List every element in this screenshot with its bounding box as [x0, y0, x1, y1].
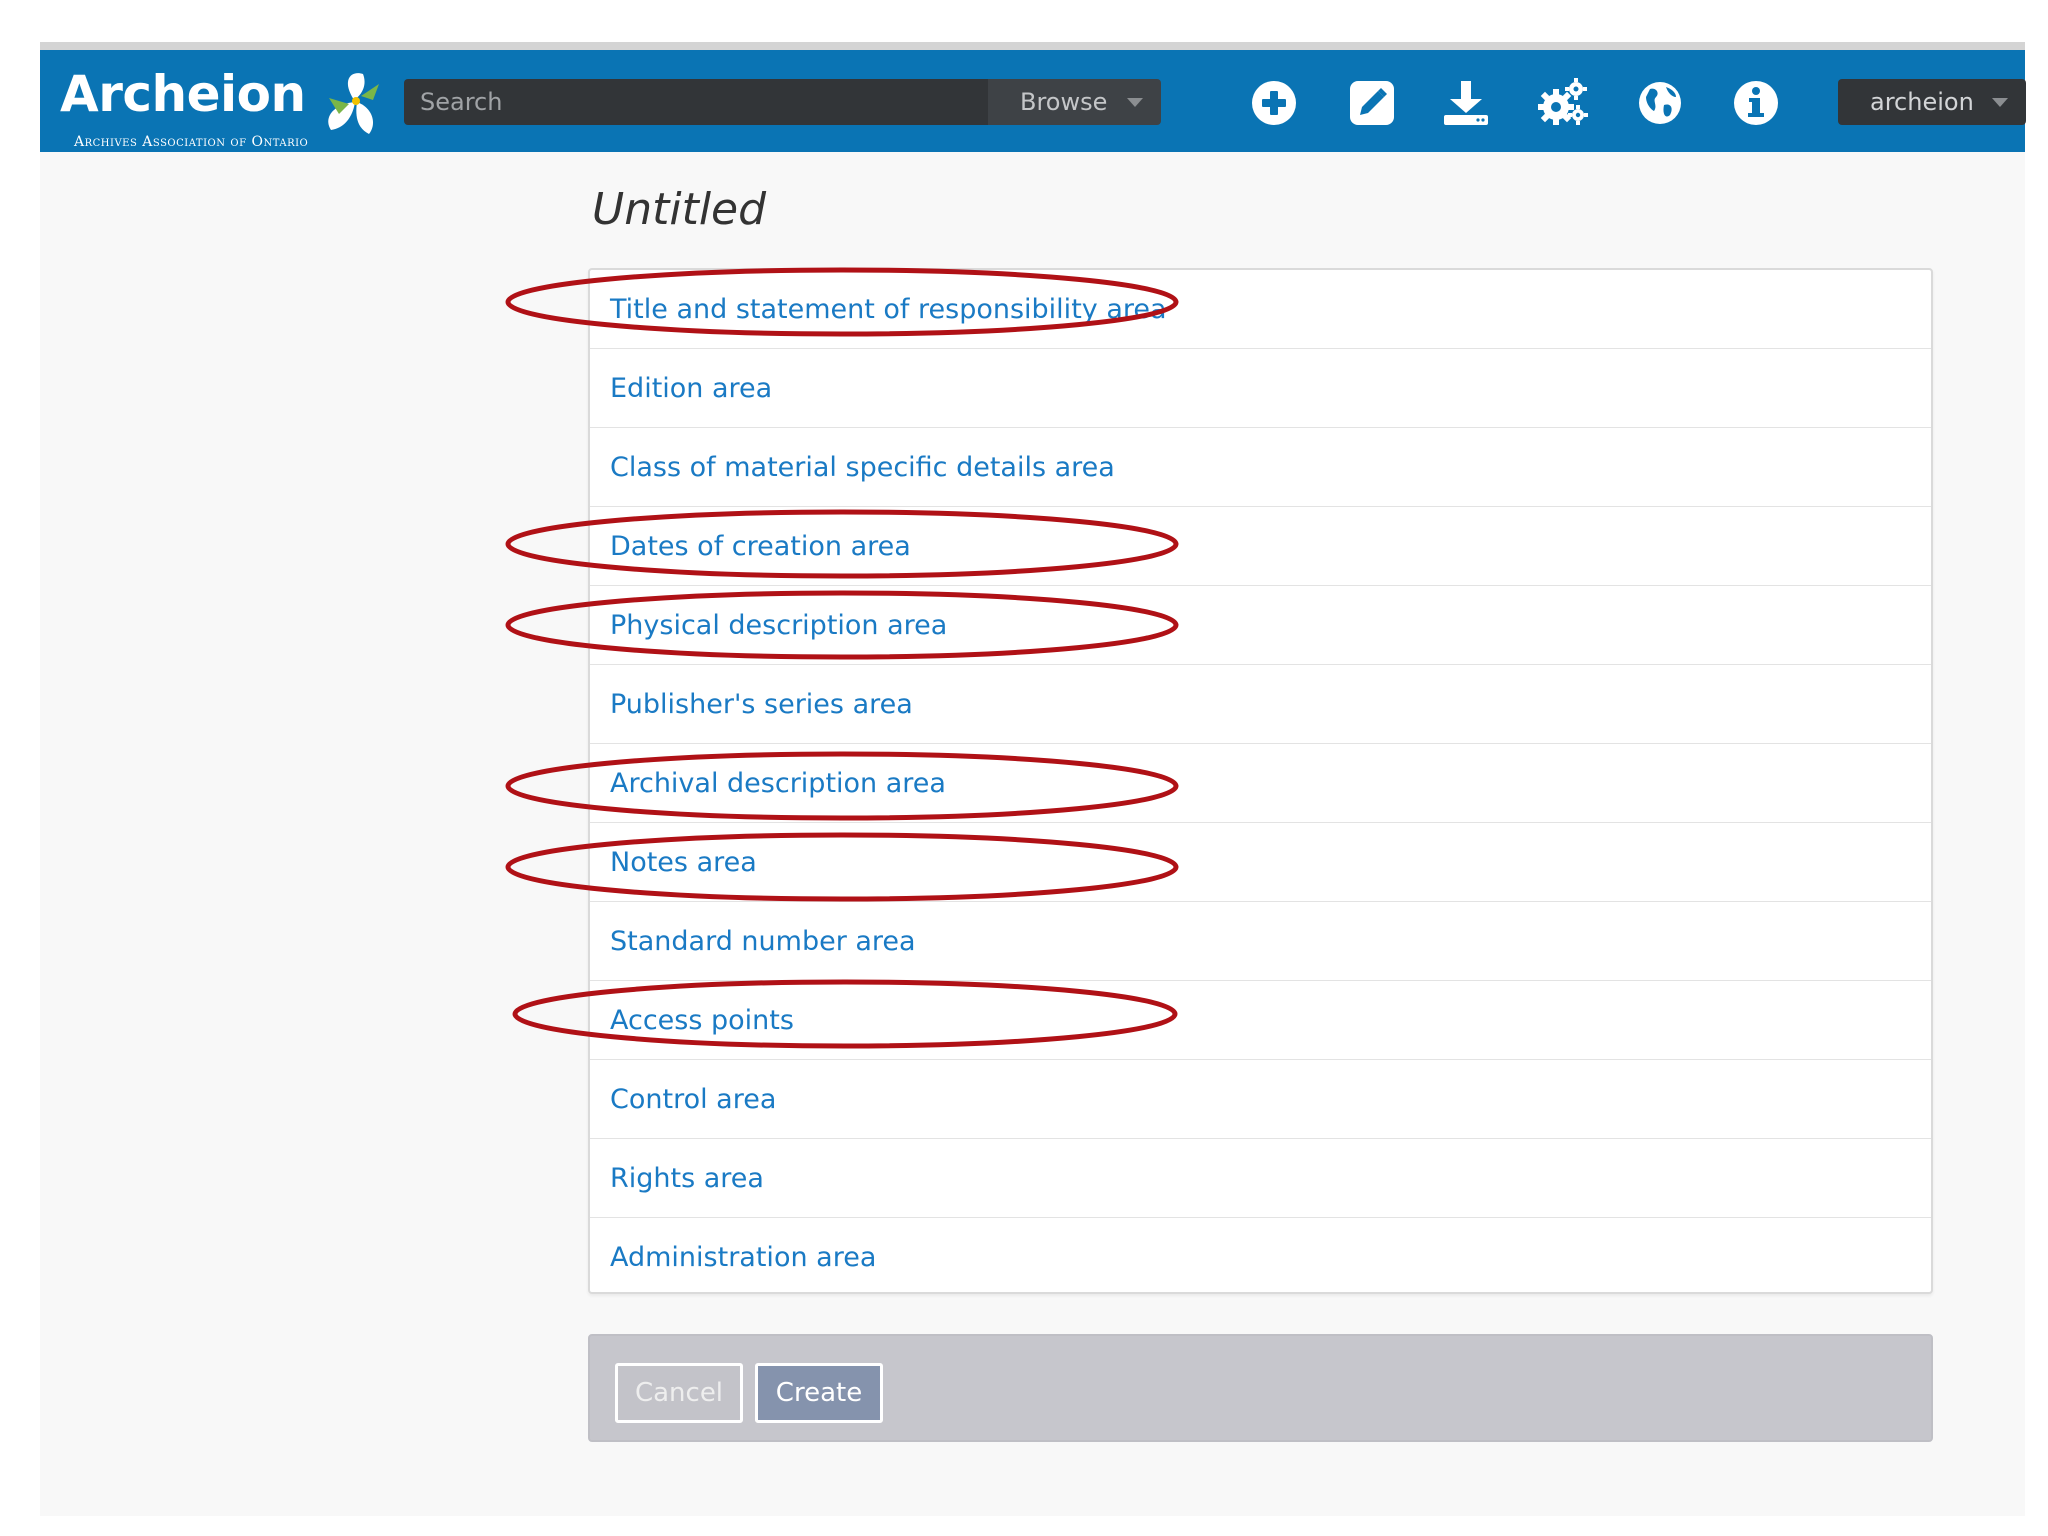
top-navbar: Archeion Archives Association of Ontario…: [40, 50, 2026, 152]
edit-pencil-icon[interactable]: [1344, 75, 1400, 131]
user-name: archeion: [1870, 88, 1974, 116]
section-edition[interactable]: Edition area: [590, 349, 1931, 428]
info-icon[interactable]: [1728, 75, 1784, 131]
trillium-flower-icon: [328, 73, 379, 134]
section-rights[interactable]: Rights area: [590, 1139, 1931, 1218]
section-administration[interactable]: Administration area: [590, 1218, 1931, 1297]
section-dates-of-creation[interactable]: Dates of creation area: [590, 507, 1931, 586]
chevron-down-icon: [1992, 98, 2008, 107]
section-publishers-series[interactable]: Publisher's series area: [590, 665, 1931, 744]
section-class-of-material[interactable]: Class of material specific details area: [590, 428, 1931, 507]
section-list: Title and statement of responsibility ar…: [588, 268, 1933, 1294]
section-standard-number[interactable]: Standard number area: [590, 902, 1931, 981]
logo-title: Archeion: [60, 65, 306, 123]
section-notes[interactable]: Notes area: [590, 823, 1931, 902]
section-physical-description[interactable]: Physical description area: [590, 586, 1931, 665]
gears-icon[interactable]: [1534, 75, 1590, 131]
plus-circle-icon[interactable]: [1246, 75, 1302, 131]
download-icon[interactable]: [1438, 75, 1494, 131]
search-input[interactable]: [404, 79, 988, 125]
cancel-button[interactable]: Cancel: [615, 1363, 743, 1423]
form-actions-bar: Cancel Create: [588, 1334, 1933, 1442]
site-logo[interactable]: Archeion Archives Association of Ontario: [60, 64, 390, 152]
globe-icon[interactable]: [1632, 75, 1688, 131]
section-access-points[interactable]: Access points: [590, 981, 1931, 1060]
browse-label: Browse: [1020, 88, 1108, 116]
logo-subtitle: Archives Association of Ontario: [74, 134, 309, 150]
section-control[interactable]: Control area: [590, 1060, 1931, 1139]
section-archival-description[interactable]: Archival description area: [590, 744, 1931, 823]
page-title: Untitled: [592, 184, 767, 235]
create-button[interactable]: Create: [755, 1363, 883, 1423]
browser-top-edge: [40, 42, 2025, 50]
browse-dropdown[interactable]: Browse: [988, 79, 1161, 125]
chevron-down-icon: [1127, 98, 1143, 107]
user-menu[interactable]: archeion: [1838, 79, 2026, 125]
section-title-statement[interactable]: Title and statement of responsibility ar…: [590, 270, 1931, 349]
